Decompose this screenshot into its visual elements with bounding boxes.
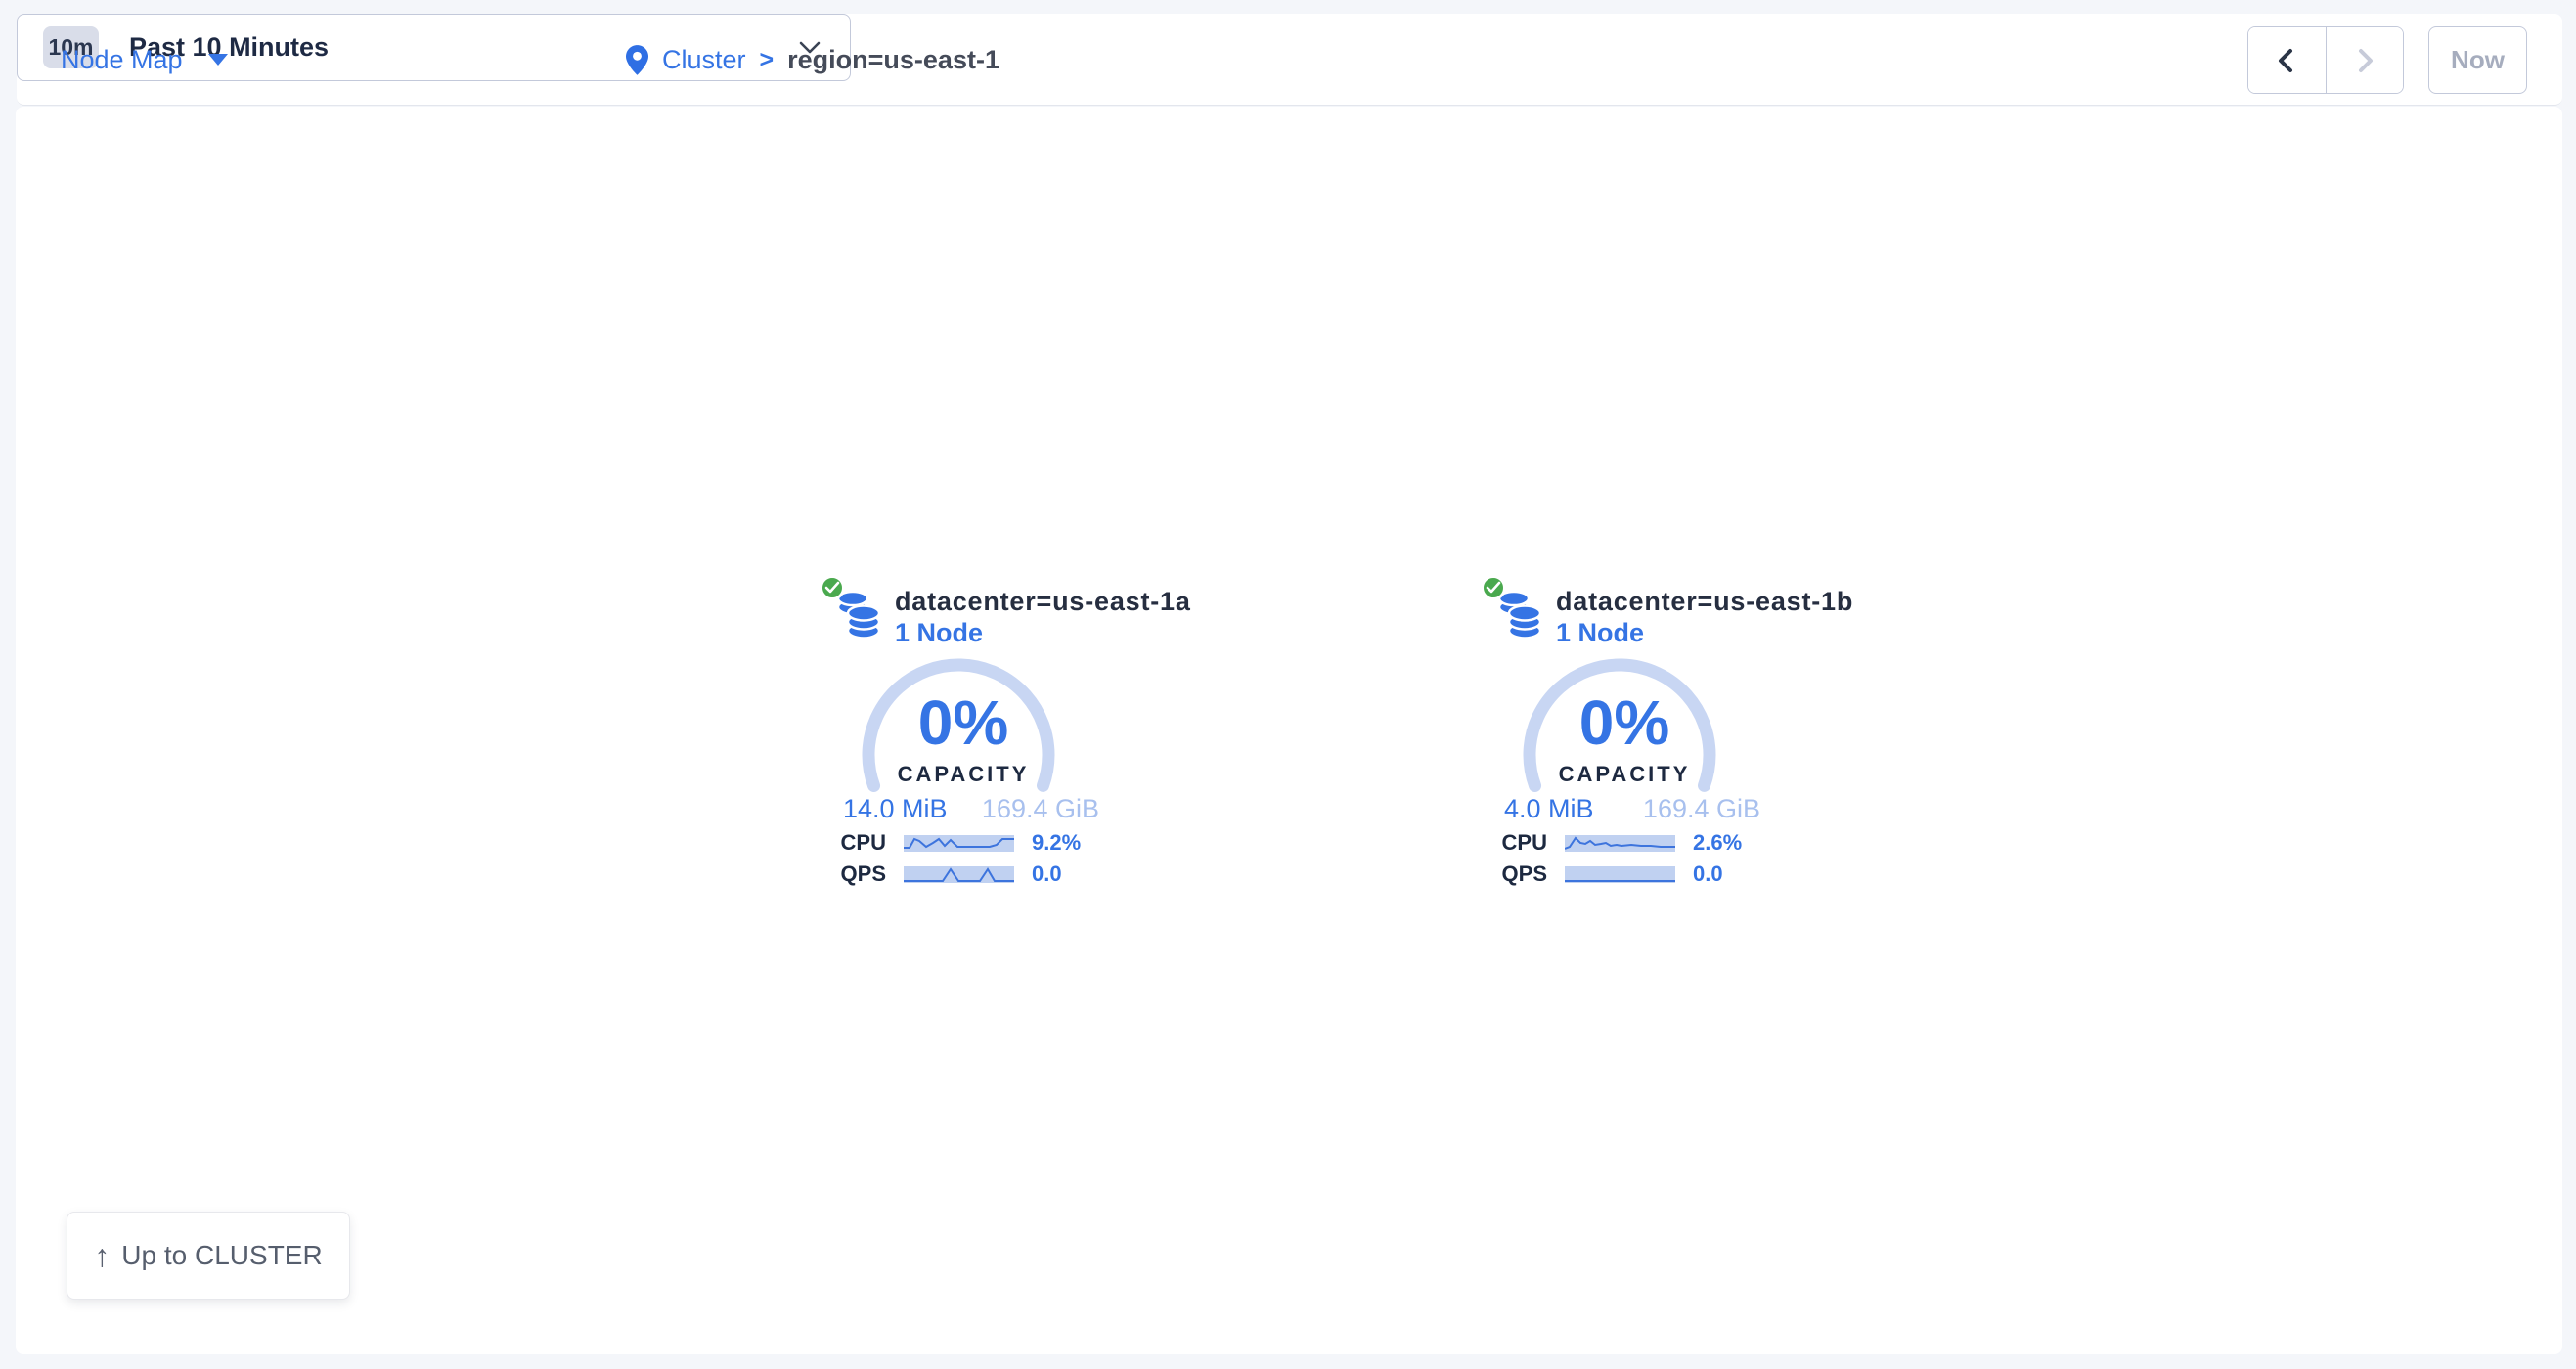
capacity-used: 4.0 MiB — [1504, 794, 1594, 824]
node-map-screen: Node Map Cluster > region=us-east-1 10m … — [0, 0, 2576, 1369]
up-to-cluster-label: Up to CLUSTER — [121, 1240, 322, 1271]
capacity-total: 169.4 GiB — [1643, 794, 1760, 824]
datacenter-node-count: 1 Node — [895, 618, 983, 648]
qps-sparkline — [1565, 866, 1675, 883]
qps-metric-row: QPS 0.0 — [1483, 861, 1776, 887]
qps-label: QPS — [822, 861, 886, 887]
qps-sparkline — [904, 866, 1014, 883]
breadcrumb-cluster-link[interactable]: Cluster — [662, 45, 746, 75]
cpu-sparkline — [904, 835, 1014, 852]
breadcrumb-separator: > — [760, 46, 775, 74]
datacenter-title: datacenter=us-east-1b — [1556, 587, 1853, 617]
capacity-label: CAPACITY — [812, 762, 1115, 787]
breadcrumb: Cluster > region=us-east-1 — [626, 14, 999, 106]
cpu-label: CPU — [822, 830, 886, 856]
caret-down-icon — [208, 54, 228, 66]
cpu-value: 2.6% — [1693, 830, 1742, 856]
cpu-value: 9.2% — [1032, 830, 1081, 856]
capacity-percent: 0% — [812, 691, 1115, 754]
cpu-metric-row: CPU 2.6% — [1483, 830, 1776, 856]
healthy-check-icon — [1481, 575, 1506, 600]
chevron-left-icon — [2275, 46, 2298, 75]
view-selector-dropdown[interactable]: Node Map — [61, 14, 228, 106]
header-bar: Node Map Cluster > region=us-east-1 10m … — [17, 14, 2562, 106]
datacenter-card-us-east-1a[interactable]: datacenter=us-east-1a 1 Node 0% CAPACITY… — [812, 572, 1115, 900]
cpu-sparkline — [1565, 835, 1675, 852]
datacenter-node-count: 1 Node — [1556, 618, 1644, 648]
chevron-right-icon — [2353, 46, 2376, 75]
location-pin-icon — [626, 45, 648, 75]
arrow-up-icon: ↑ — [94, 1240, 110, 1271]
cpu-label: CPU — [1483, 830, 1547, 856]
cpu-metric-row: CPU 9.2% — [822, 830, 1115, 856]
time-prev-button[interactable] — [2248, 27, 2327, 93]
now-button[interactable]: Now — [2428, 26, 2527, 94]
time-next-button[interactable] — [2327, 27, 2404, 93]
qps-value: 0.0 — [1032, 861, 1062, 887]
healthy-check-icon — [820, 575, 845, 600]
qps-metric-row: QPS 0.0 — [822, 861, 1115, 887]
qps-label: QPS — [1483, 861, 1547, 887]
qps-value: 0.0 — [1693, 861, 1723, 887]
capacity-used: 14.0 MiB — [843, 794, 948, 824]
datacenter-card-us-east-1b[interactable]: datacenter=us-east-1b 1 Node 0% CAPACITY… — [1473, 572, 1776, 900]
capacity-label: CAPACITY — [1473, 762, 1776, 787]
map-panel — [16, 107, 2562, 1354]
capacity-values: 14.0 MiB 169.4 GiB — [843, 794, 1099, 824]
breadcrumb-current: region=us-east-1 — [787, 45, 999, 75]
capacity-total: 169.4 GiB — [982, 794, 1099, 824]
up-to-cluster-button[interactable]: ↑ Up to CLUSTER — [67, 1212, 350, 1300]
datacenter-title: datacenter=us-east-1a — [895, 587, 1191, 617]
capacity-percent: 0% — [1473, 691, 1776, 754]
capacity-values: 4.0 MiB 169.4 GiB — [1504, 794, 1760, 824]
view-selector-label: Node Map — [61, 45, 183, 75]
time-nav-group — [2247, 26, 2404, 94]
